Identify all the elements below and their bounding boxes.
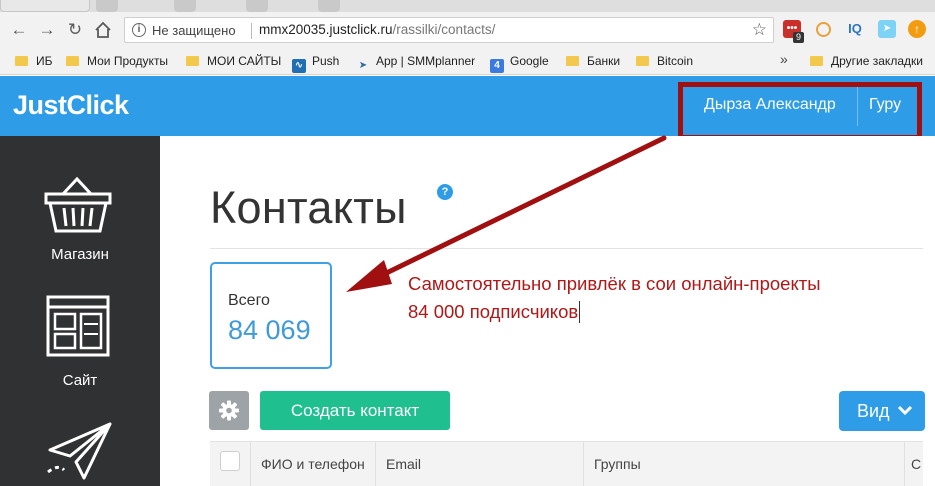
security-status: Не защищено	[152, 23, 236, 38]
bookmarks-bar: ИБ Мои Продукты МОИ САЙТЫ ∿ Push ➤ App | S…	[0, 48, 935, 75]
browser-tab[interactable]	[96, 0, 118, 12]
bookmark-other[interactable]: Другие закладки	[810, 54, 923, 68]
help-icon[interactable]: ?	[437, 184, 453, 200]
pulse-icon: ∿	[292, 59, 306, 73]
settings-button[interactable]	[209, 391, 249, 430]
extension-search-icon[interactable]	[816, 22, 831, 37]
folder-icon	[66, 56, 79, 66]
main-content: Контакты ? Всего 84 069 Самостоятельно п…	[160, 136, 935, 486]
folder-icon	[186, 56, 199, 66]
address-bar[interactable]: i Не защищено mmx20035.justclick.ru/rass…	[124, 17, 774, 43]
address-url[interactable]: mmx20035.justclick.ru/rassilki/contacts/	[259, 22, 495, 37]
bookmark-label: App | SMMplanner	[376, 54, 476, 68]
bookmark-push[interactable]: ∿ Push	[292, 54, 339, 73]
bookmark-label: Другие закладки	[831, 54, 923, 68]
total-contacts-card: Всего 84 069	[210, 262, 332, 369]
address-divider	[251, 23, 252, 39]
bookmark-label: Банки	[587, 54, 621, 68]
extension-upload-icon[interactable]: ↑	[908, 20, 926, 38]
page-title: Контакты	[210, 182, 407, 233]
gear-icon	[219, 400, 239, 421]
paper-plane-icon	[47, 422, 112, 480]
sidebar-item-label: Сайт	[62, 372, 98, 389]
bookmark-star-icon[interactable]: ☆	[752, 20, 767, 40]
home-icon[interactable]	[92, 19, 114, 41]
column-header-groups[interactable]: Группы	[583, 442, 904, 486]
bookmark-label: Push	[312, 54, 340, 68]
sidebar-item-site[interactable]: Сайт	[0, 286, 160, 406]
sidebar-item-mailing[interactable]	[0, 406, 160, 486]
bookmark-label: Bitcoin	[657, 54, 694, 68]
bookmark-my-sites[interactable]: МОИ САЙТЫ	[186, 54, 281, 68]
website-layout-icon	[46, 295, 110, 357]
url-host: mmx20035.justclick.ru	[259, 22, 393, 37]
total-label: Всего	[228, 292, 270, 309]
select-all-checkbox[interactable]	[220, 451, 240, 471]
google-icon: 4	[490, 59, 504, 73]
create-contact-button[interactable]: Создать контакт	[260, 391, 450, 430]
text-cursor	[579, 301, 581, 323]
site-info-icon[interactable]: i	[132, 23, 146, 37]
sidebar: Магазин Сайт	[0, 136, 160, 486]
column-header-status[interactable]: С	[904, 442, 923, 486]
extension-badge: 9	[793, 32, 805, 43]
bookmark-bitcoin[interactable]: Bitcoin	[636, 54, 693, 68]
browser-tab[interactable]	[174, 0, 196, 12]
bookmark-label: ИБ	[36, 54, 53, 68]
forward-arrow-icon[interactable]: →	[36, 19, 58, 41]
extension-feather-icon[interactable]: ➤	[878, 20, 896, 38]
bookmark-smmplanner[interactable]: ➤ App | SMMplanner	[356, 54, 475, 73]
annotation-line-2-text: 84 000 подписчиков	[408, 301, 579, 322]
chevron-down-icon	[897, 405, 912, 416]
browser-tab-strip	[0, 0, 935, 12]
bookmark-google[interactable]: 4 Google	[490, 54, 549, 73]
column-header-name-phone[interactable]: ФИО и телефон	[250, 442, 375, 486]
annotation-line-2: 84 000 подписчиков	[408, 298, 821, 326]
paper-plane-icon: ➤	[358, 60, 368, 71]
contacts-table-header: ФИО и телефон Email Группы С	[210, 441, 923, 486]
bookmark-label: Мои Продукты	[87, 54, 169, 68]
view-button-label: Вид	[857, 401, 890, 421]
sidebar-item-shop[interactable]: Магазин	[0, 136, 160, 286]
bookmarks-overflow-button[interactable]: »	[780, 51, 788, 67]
back-arrow-icon[interactable]: ←	[8, 19, 30, 41]
total-value: 84 069	[228, 315, 311, 345]
bookmark-banks[interactable]: Банки	[566, 54, 620, 68]
browser-tab[interactable]	[246, 0, 268, 12]
browser-tab[interactable]	[318, 0, 340, 12]
reload-icon[interactable]: ↻	[64, 19, 86, 41]
highlight-box	[678, 82, 922, 140]
bookmark-ib[interactable]: ИБ	[15, 54, 53, 68]
folder-icon	[810, 56, 823, 66]
column-header-email[interactable]: Email	[375, 442, 583, 486]
browser-toolbar: ← → ↻ i Не защищено mmx20035.justclick.r…	[0, 12, 935, 48]
extension-iq-icon[interactable]: IQ	[846, 20, 864, 38]
browser-tab-active[interactable]	[0, 0, 90, 12]
bookmark-label: МОИ САЙТЫ	[207, 54, 282, 68]
view-dropdown-button[interactable]: Вид	[839, 391, 925, 431]
url-path: /rassilki/contacts/	[392, 22, 496, 37]
bookmark-label: Google	[510, 54, 549, 68]
basket-icon	[44, 176, 112, 233]
title-divider	[210, 248, 923, 249]
folder-icon	[15, 56, 28, 66]
annotation-text: Самостоятельно привлёк в сои онлайн-прое…	[408, 270, 821, 326]
bookmark-my-products[interactable]: Мои Продукты	[66, 54, 168, 68]
justclick-logo[interactable]: JustClick	[13, 90, 129, 121]
sidebar-item-label: Магазин	[51, 246, 109, 263]
folder-icon	[636, 56, 649, 66]
annotation-line-1: Самостоятельно привлёк в сои онлайн-прое…	[408, 273, 821, 294]
folder-icon	[566, 56, 579, 66]
